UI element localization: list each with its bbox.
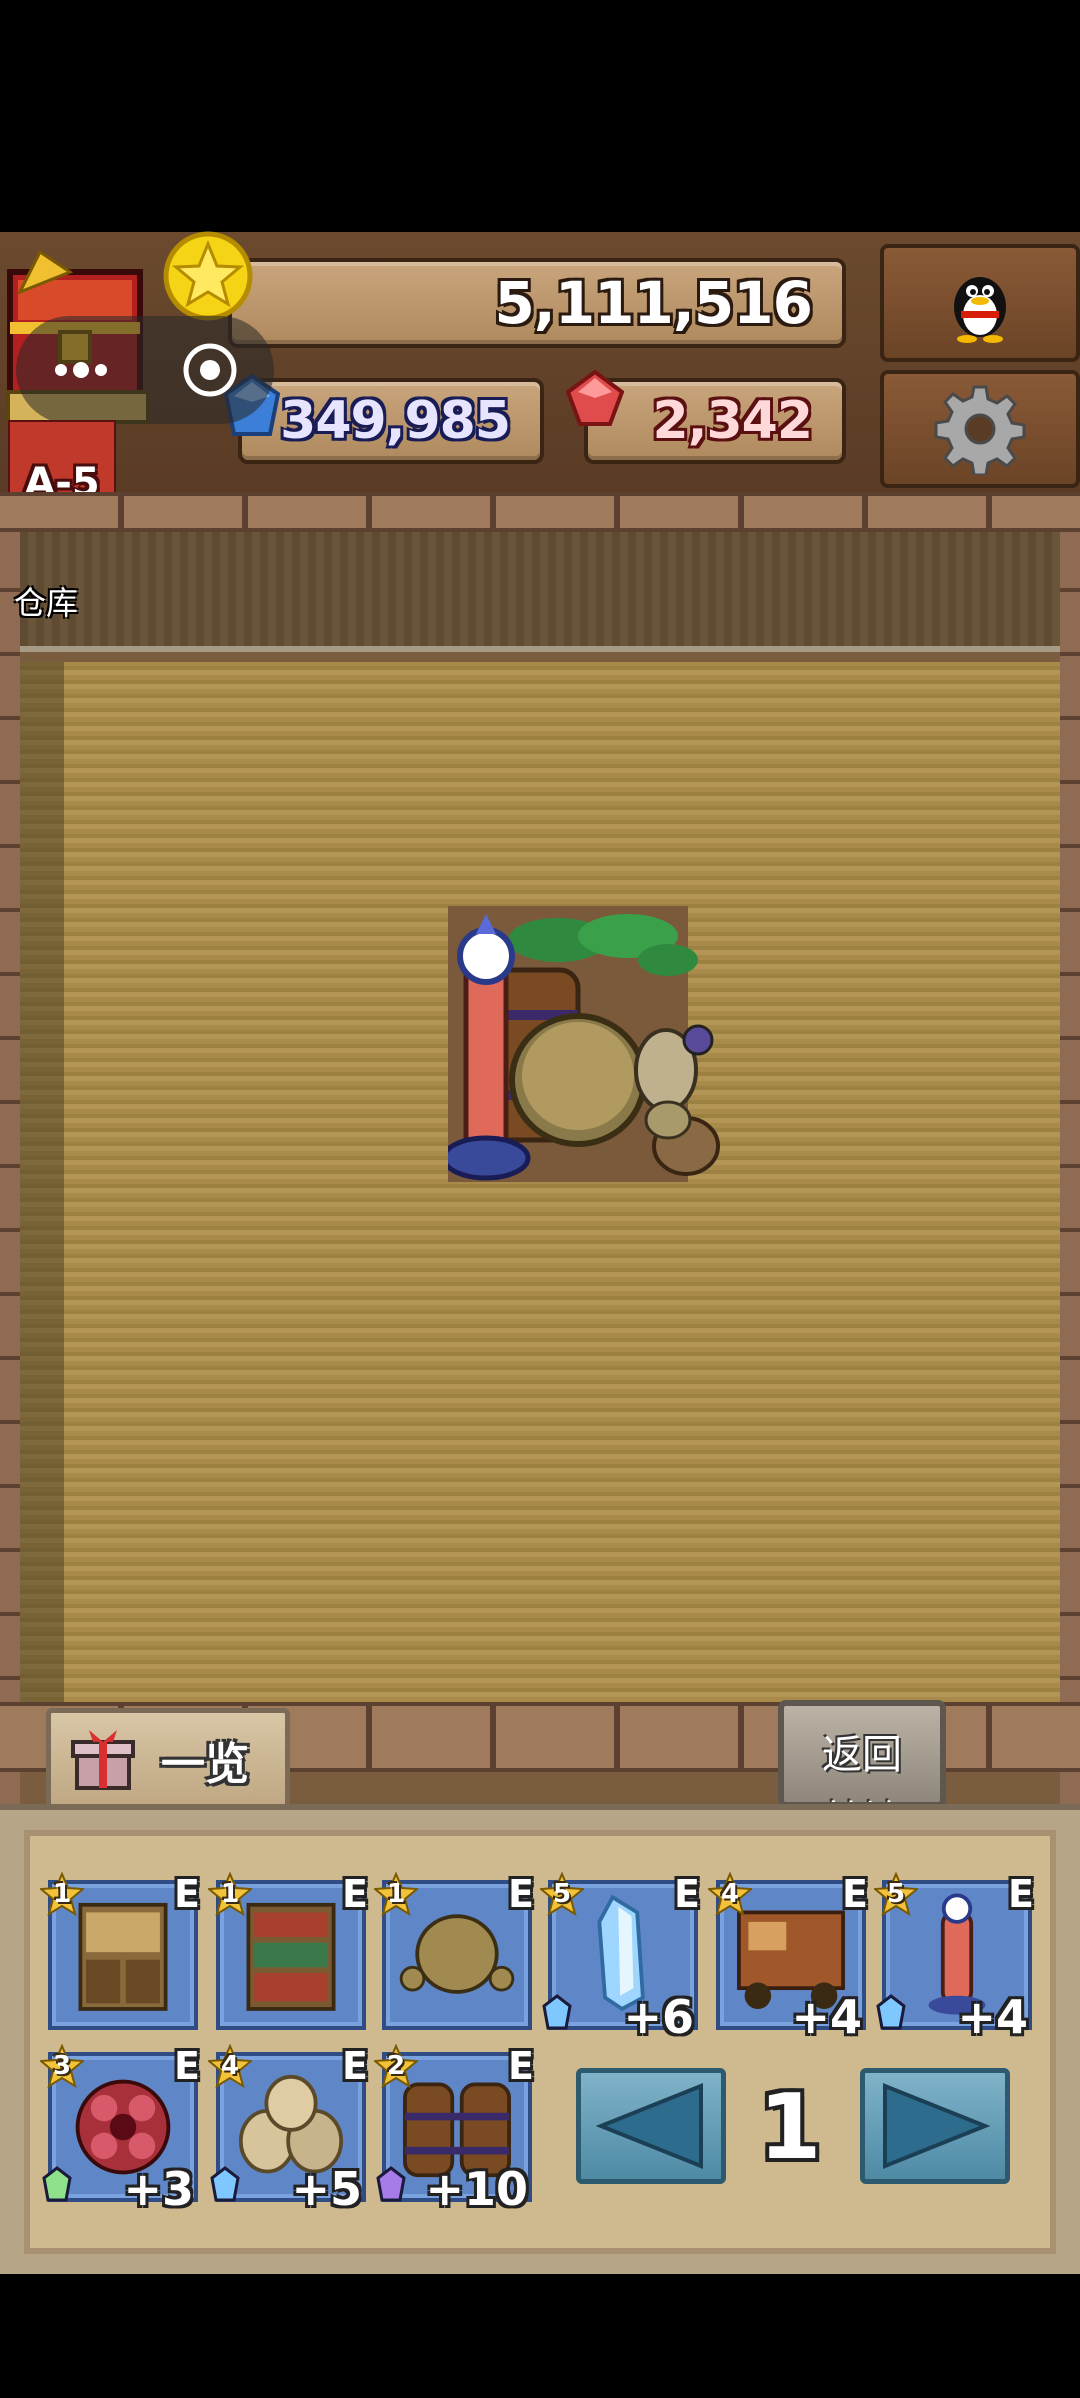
round-table-icon: [509, 1013, 647, 1147]
arrow-right-icon: [883, 2083, 991, 2169]
red-gem-icon: [566, 370, 624, 426]
furniture-cluster[interactable]: [448, 900, 728, 1182]
red-gem-amount: 2,342: [652, 391, 813, 451]
inventory-slot[interactable]: 1E: [40, 1872, 200, 2030]
more-options-icon[interactable]: [51, 360, 111, 380]
gear-icon: [934, 385, 1026, 475]
slot-grade: E: [174, 2044, 200, 2088]
slot-grade: E: [342, 2044, 368, 2088]
left-wall: [0, 492, 20, 1804]
slot-grade: E: [1008, 1872, 1034, 1916]
slot-bonus: +5: [291, 2162, 362, 2216]
back-to-base-button[interactable]: 返回 基地: [778, 1700, 946, 1808]
blue-currency-amount: 349,985: [280, 391, 511, 451]
slot-bonus: +10: [425, 2162, 528, 2216]
blue-gem-icon: [876, 1994, 906, 2036]
top-brick-border: [0, 492, 1080, 532]
slot-grade: E: [842, 1872, 868, 1916]
slot-level-text: 5: [886, 1879, 906, 1909]
floor-shadow: [20, 662, 64, 1702]
back-button-line1: 返回: [822, 1732, 902, 1778]
slot-bonus: +4: [957, 1990, 1028, 2044]
page-number: 1: [758, 2075, 822, 2180]
slot-level-badge: 5: [540, 1872, 584, 1916]
mini-program-capsule: [16, 316, 274, 424]
list-button-label: 一览: [161, 1739, 249, 1790]
qq-share-button[interactable]: [880, 244, 1080, 362]
slot-level-text: 1: [220, 1879, 240, 1909]
game-screen: 5,111,516 349,985 2,342 A-5 仓库 一览 返回 1 E…: [0, 0, 1080, 2398]
slot-level-badge: 2: [374, 2044, 418, 2088]
inventory-slot[interactable]: 5 E +4: [874, 1872, 1034, 2044]
blue-gem-icon: [542, 1994, 572, 2036]
inventory-slot[interactable]: 1E: [208, 1872, 368, 2030]
slot-level-badge: 4: [208, 2044, 252, 2088]
room-name: 仓库: [14, 584, 79, 622]
slot-level-text: 3: [52, 2051, 72, 2081]
inventory-slot[interactable]: 3 E +3: [40, 2044, 200, 2216]
slot-grade: E: [508, 2044, 534, 2088]
arrow-left-icon: [595, 2083, 703, 2169]
right-wall: [1060, 492, 1080, 1804]
inventory-slot[interactable]: 2 E +10: [374, 2044, 534, 2216]
previous-page-button[interactable]: [576, 2068, 726, 2184]
slot-bonus: +3: [123, 2162, 194, 2216]
gold-panel: 5,111,516: [228, 258, 846, 348]
star-icon: [163, 231, 253, 321]
qq-penguin-icon: [954, 277, 1006, 343]
slot-level-text: 1: [52, 1879, 72, 1909]
slot-level-badge: 4: [708, 1872, 752, 1916]
slot-level-text: 2: [386, 2051, 406, 2081]
floor[interactable]: [20, 662, 1060, 1702]
list-button[interactable]: 一览: [46, 1708, 290, 1812]
back-wall: [20, 532, 1060, 652]
slot-grade: E: [508, 1872, 534, 1916]
slot-level-text: 1: [386, 1879, 406, 1909]
close-miniprogram-icon[interactable]: [180, 340, 240, 400]
purple-gem-icon: [376, 2166, 406, 2208]
inventory-slot[interactable]: 1E: [374, 1872, 534, 2030]
blue-gem-icon: [210, 2166, 240, 2208]
inventory-slot[interactable]: 5 E +6: [540, 1872, 700, 2044]
inventory-slot[interactable]: 4 E +5: [208, 2044, 368, 2216]
slot-level-badge: 5: [874, 1872, 918, 1916]
slot-level-badge: 1: [40, 1872, 84, 1916]
slot-grade: E: [174, 1872, 200, 1916]
slot-level-text: 4: [720, 1879, 740, 1909]
inventory-slot[interactable]: 4 E +4: [708, 1872, 868, 2044]
slot-grade: E: [342, 1872, 368, 1916]
slot-bonus: +6: [623, 1990, 694, 2044]
slot-level-badge: 1: [374, 1872, 418, 1916]
slot-bonus: +4: [791, 1990, 862, 2044]
slot-level-badge: 1: [208, 1872, 252, 1916]
settings-button[interactable]: [880, 370, 1080, 488]
gift-box-icon: [71, 1730, 135, 1790]
green-gem-icon: [42, 2166, 72, 2208]
next-page-button[interactable]: [860, 2068, 1010, 2184]
blue-currency-panel: 349,985: [238, 378, 544, 464]
slot-level-text: 5: [552, 1879, 572, 1909]
slot-level-text: 4: [220, 2051, 240, 2081]
gold-amount: 5,111,516: [494, 269, 813, 337]
slot-grade: E: [674, 1872, 700, 1916]
slot-level-badge: 3: [40, 2044, 84, 2088]
